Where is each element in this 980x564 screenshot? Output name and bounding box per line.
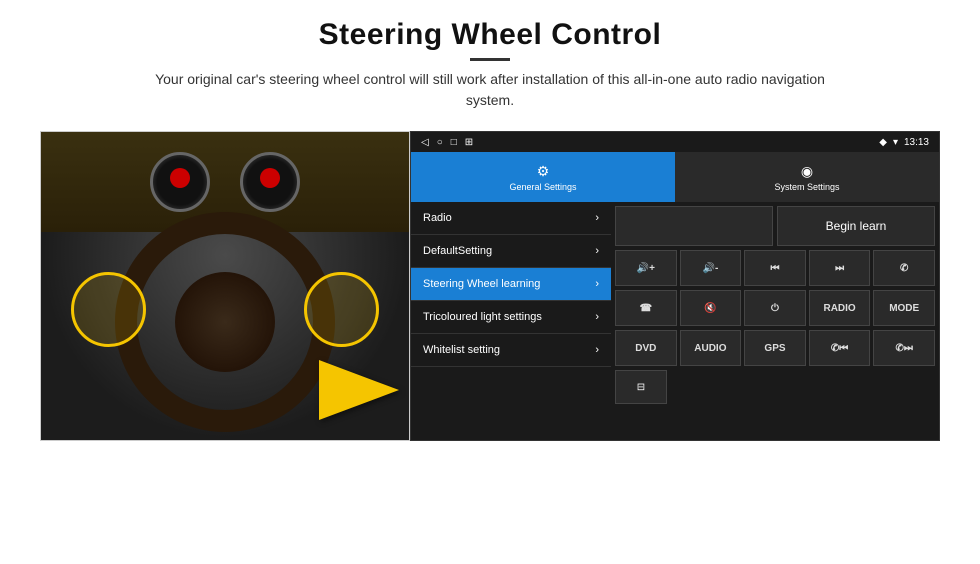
main-content: Radio › DefaultSetting › Steering Wheel … (411, 202, 939, 440)
button-grid-row2: ☎ 🔇 ⏻ RADIO MODE (615, 290, 935, 326)
tab-general-settings[interactable]: ⚙ General Settings (411, 152, 675, 202)
title-divider (470, 58, 510, 61)
vol-down-icon: 🔊- (703, 263, 719, 274)
tab-general-label: General Settings (509, 182, 576, 192)
volume-up-button[interactable]: 🔊+ (615, 250, 677, 286)
prev-track-button[interactable]: ⏮ (744, 250, 806, 286)
answer-icon: ☎ (640, 303, 652, 314)
call-next-icon: ✆⏭ (895, 343, 912, 354)
recents-icon: □ (451, 137, 457, 148)
begin-learn-label: Begin learn (826, 219, 887, 233)
menu-item-whitelist[interactable]: Whitelist setting › (411, 334, 611, 367)
right-panel: Begin learn 🔊+ 🔊- ⏮ (611, 202, 939, 440)
right-gauge (240, 152, 300, 212)
system-settings-icon: ◉ (801, 163, 813, 180)
page-container: Steering Wheel Control Your original car… (0, 0, 980, 564)
volume-down-button[interactable]: 🔊- (680, 250, 742, 286)
steering-photo (40, 131, 410, 441)
button-grid-row1: 🔊+ 🔊- ⏮ ⏭ ✆ (615, 250, 935, 286)
highlight-circle-right (304, 272, 379, 347)
gauge-indicator (170, 168, 190, 188)
left-gauge (150, 152, 210, 212)
menu-item-steering-wheel[interactable]: Steering Wheel learning › (411, 268, 611, 301)
chevron-icon-2: › (595, 245, 599, 257)
android-ui: ◁ ○ □ ⊞ ◆ ▾ 13:13 ⚙ General Settings (410, 131, 940, 441)
signal-icon: ▾ (893, 137, 898, 148)
chevron-icon-4: › (595, 311, 599, 323)
menu-item-tricoloured-label: Tricoloured light settings (423, 311, 542, 323)
dvd-label: DVD (635, 343, 656, 354)
chevron-icon-5: › (595, 344, 599, 356)
menu-item-steering-label: Steering Wheel learning (423, 278, 540, 290)
tab-system-settings[interactable]: ◉ System Settings (675, 152, 939, 202)
chevron-icon: › (595, 212, 599, 224)
blank-input-box (615, 206, 773, 246)
status-bar-left: ◁ ○ □ ⊞ (421, 137, 473, 148)
status-bar-right: ◆ ▾ 13:13 (879, 137, 929, 148)
location-icon: ◆ (879, 137, 887, 148)
vol-up-icon: 🔊+ (637, 263, 655, 274)
menu-item-radio-label: Radio (423, 212, 452, 224)
dvd-button[interactable]: DVD (615, 330, 677, 366)
title-section: Steering Wheel Control Your original car… (150, 18, 830, 125)
gps-button[interactable]: GPS (744, 330, 806, 366)
home-icon: ○ (437, 137, 443, 148)
chevron-icon-3: › (595, 278, 599, 290)
status-bar: ◁ ○ □ ⊞ ◆ ▾ 13:13 (411, 132, 939, 152)
power-icon: ⏻ (771, 303, 779, 314)
mute-button[interactable]: 🔇 (680, 290, 742, 326)
call-next-button[interactable]: ✆⏭ (873, 330, 935, 366)
extra-row: ⊟ (615, 370, 935, 404)
menu-item-default-label: DefaultSetting (423, 245, 492, 257)
mode-button[interactable]: MODE (873, 290, 935, 326)
page-subtitle: Your original car's steering wheel contr… (150, 69, 830, 111)
button-grid-row3: DVD AUDIO GPS ✆⏮ ✆⏭ (615, 330, 935, 366)
audio-label: AUDIO (694, 343, 726, 354)
arrow-container (299, 360, 399, 420)
steering-wheel-center (175, 272, 275, 372)
begin-learn-button[interactable]: Begin learn (777, 206, 935, 246)
tab-system-label: System Settings (774, 182, 839, 192)
menu-item-whitelist-label: Whitelist setting (423, 344, 500, 356)
audio-button[interactable]: AUDIO (680, 330, 742, 366)
radio-label: RADIO (823, 303, 855, 314)
prev-icon: ⏮ (770, 263, 779, 274)
call-icon: ✆ (900, 263, 908, 274)
left-menu: Radio › DefaultSetting › Steering Wheel … (411, 202, 611, 440)
menu-item-defaultsetting[interactable]: DefaultSetting › (411, 235, 611, 268)
list-icon: ⊟ (637, 382, 645, 393)
page-title: Steering Wheel Control (150, 18, 830, 52)
call-prev-button[interactable]: ✆⏮ (809, 330, 871, 366)
mode-label: MODE (889, 303, 919, 314)
general-settings-icon: ⚙ (537, 163, 550, 180)
gauge-indicator-2 (260, 168, 280, 188)
top-row: Begin learn (615, 206, 935, 246)
apps-icon: ⊞ (465, 137, 473, 148)
list-button[interactable]: ⊟ (615, 370, 667, 404)
answer-call-button[interactable]: ☎ (615, 290, 677, 326)
tab-bar: ⚙ General Settings ◉ System Settings (411, 152, 939, 202)
menu-item-tricoloured[interactable]: Tricoloured light settings › (411, 301, 611, 334)
radio-button[interactable]: RADIO (809, 290, 871, 326)
back-icon: ◁ (421, 137, 429, 148)
call-button[interactable]: ✆ (873, 250, 935, 286)
time-display: 13:13 (904, 137, 929, 148)
next-icon: ⏭ (835, 263, 844, 274)
power-button[interactable]: ⏻ (744, 290, 806, 326)
next-track-button[interactable]: ⏭ (809, 250, 871, 286)
direction-arrow (319, 360, 399, 420)
gps-label: GPS (764, 343, 785, 354)
call-prev-icon: ✆⏮ (831, 343, 848, 354)
menu-item-radio[interactable]: Radio › (411, 202, 611, 235)
content-row: ◁ ○ □ ⊞ ◆ ▾ 13:13 ⚙ General Settings (40, 131, 940, 441)
highlight-circle-left (71, 272, 146, 347)
mute-icon: 🔇 (704, 303, 716, 314)
